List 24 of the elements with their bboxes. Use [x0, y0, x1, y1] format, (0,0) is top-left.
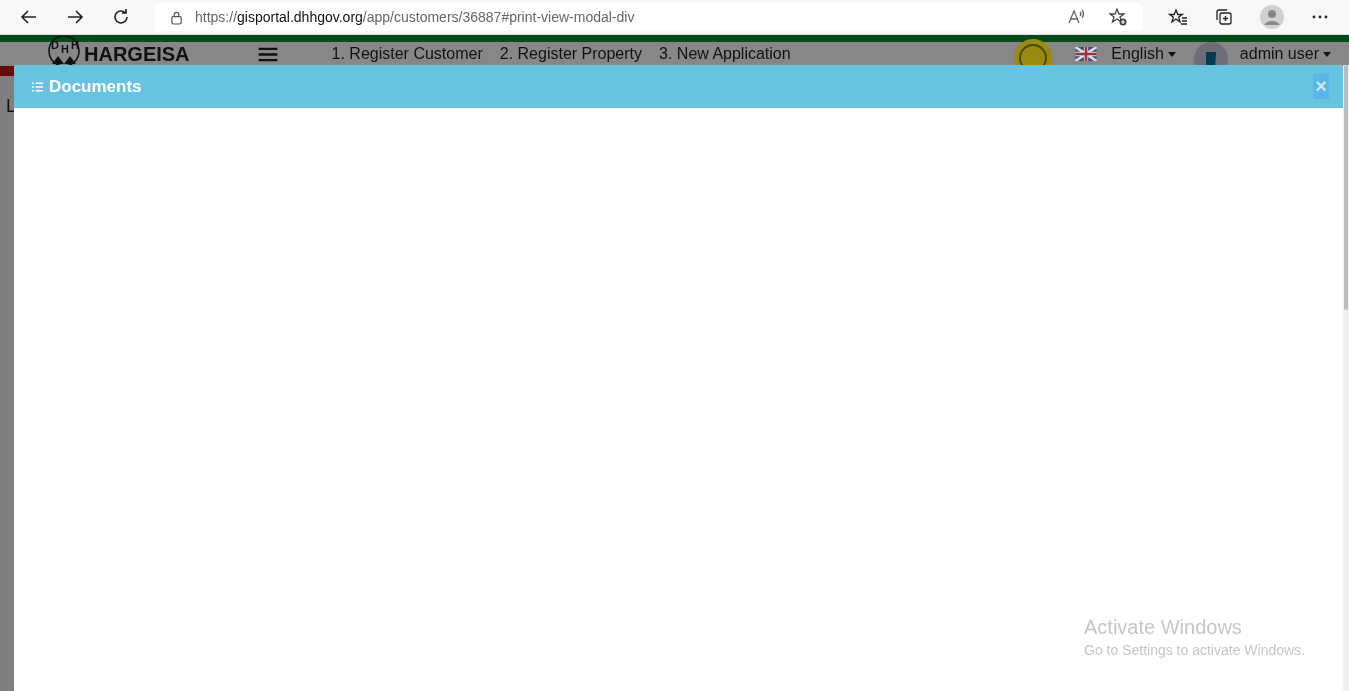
caret-icon [1323, 51, 1331, 57]
menu-icon[interactable] [257, 46, 278, 62]
collections-icon[interactable] [1214, 7, 1234, 27]
user-dropdown[interactable]: admin user [1239, 45, 1331, 63]
nav-link[interactable]: 2. Register Property [499, 45, 643, 63]
nav-link[interactable]: 3. New Application [659, 45, 791, 63]
activation-title: Activate Windows [1084, 616, 1243, 639]
address-bar[interactable]: https://gisportal.dhhgov.org/app/customers/36887#print-view-modal-div [154, 3, 1143, 31]
page-heading: L [5, 96, 17, 117]
star-add-icon[interactable] [1108, 7, 1128, 27]
flag-icon [1075, 47, 1098, 61]
activation-text: Go to Settings to activate Windows. [1084, 642, 1305, 658]
url-text: https://gisportal.dhhgov.org/app/customers/36887#print-view-modal-div [195, 9, 635, 25]
caret-icon [1167, 51, 1176, 57]
list-icon [32, 81, 43, 92]
brand-name: HARGEISA [84, 42, 190, 66]
modal-title: Documents [49, 76, 142, 97]
language-dropdown[interactable]: English [1111, 45, 1176, 63]
profile-icon[interactable] [1260, 5, 1284, 29]
reload-icon[interactable] [111, 7, 131, 27]
lock-icon [170, 9, 183, 25]
nav-link[interactable]: 1. Register Customer [331, 45, 483, 63]
accent-stripe [0, 66, 14, 76]
favorites-icon[interactable] [1168, 7, 1188, 27]
